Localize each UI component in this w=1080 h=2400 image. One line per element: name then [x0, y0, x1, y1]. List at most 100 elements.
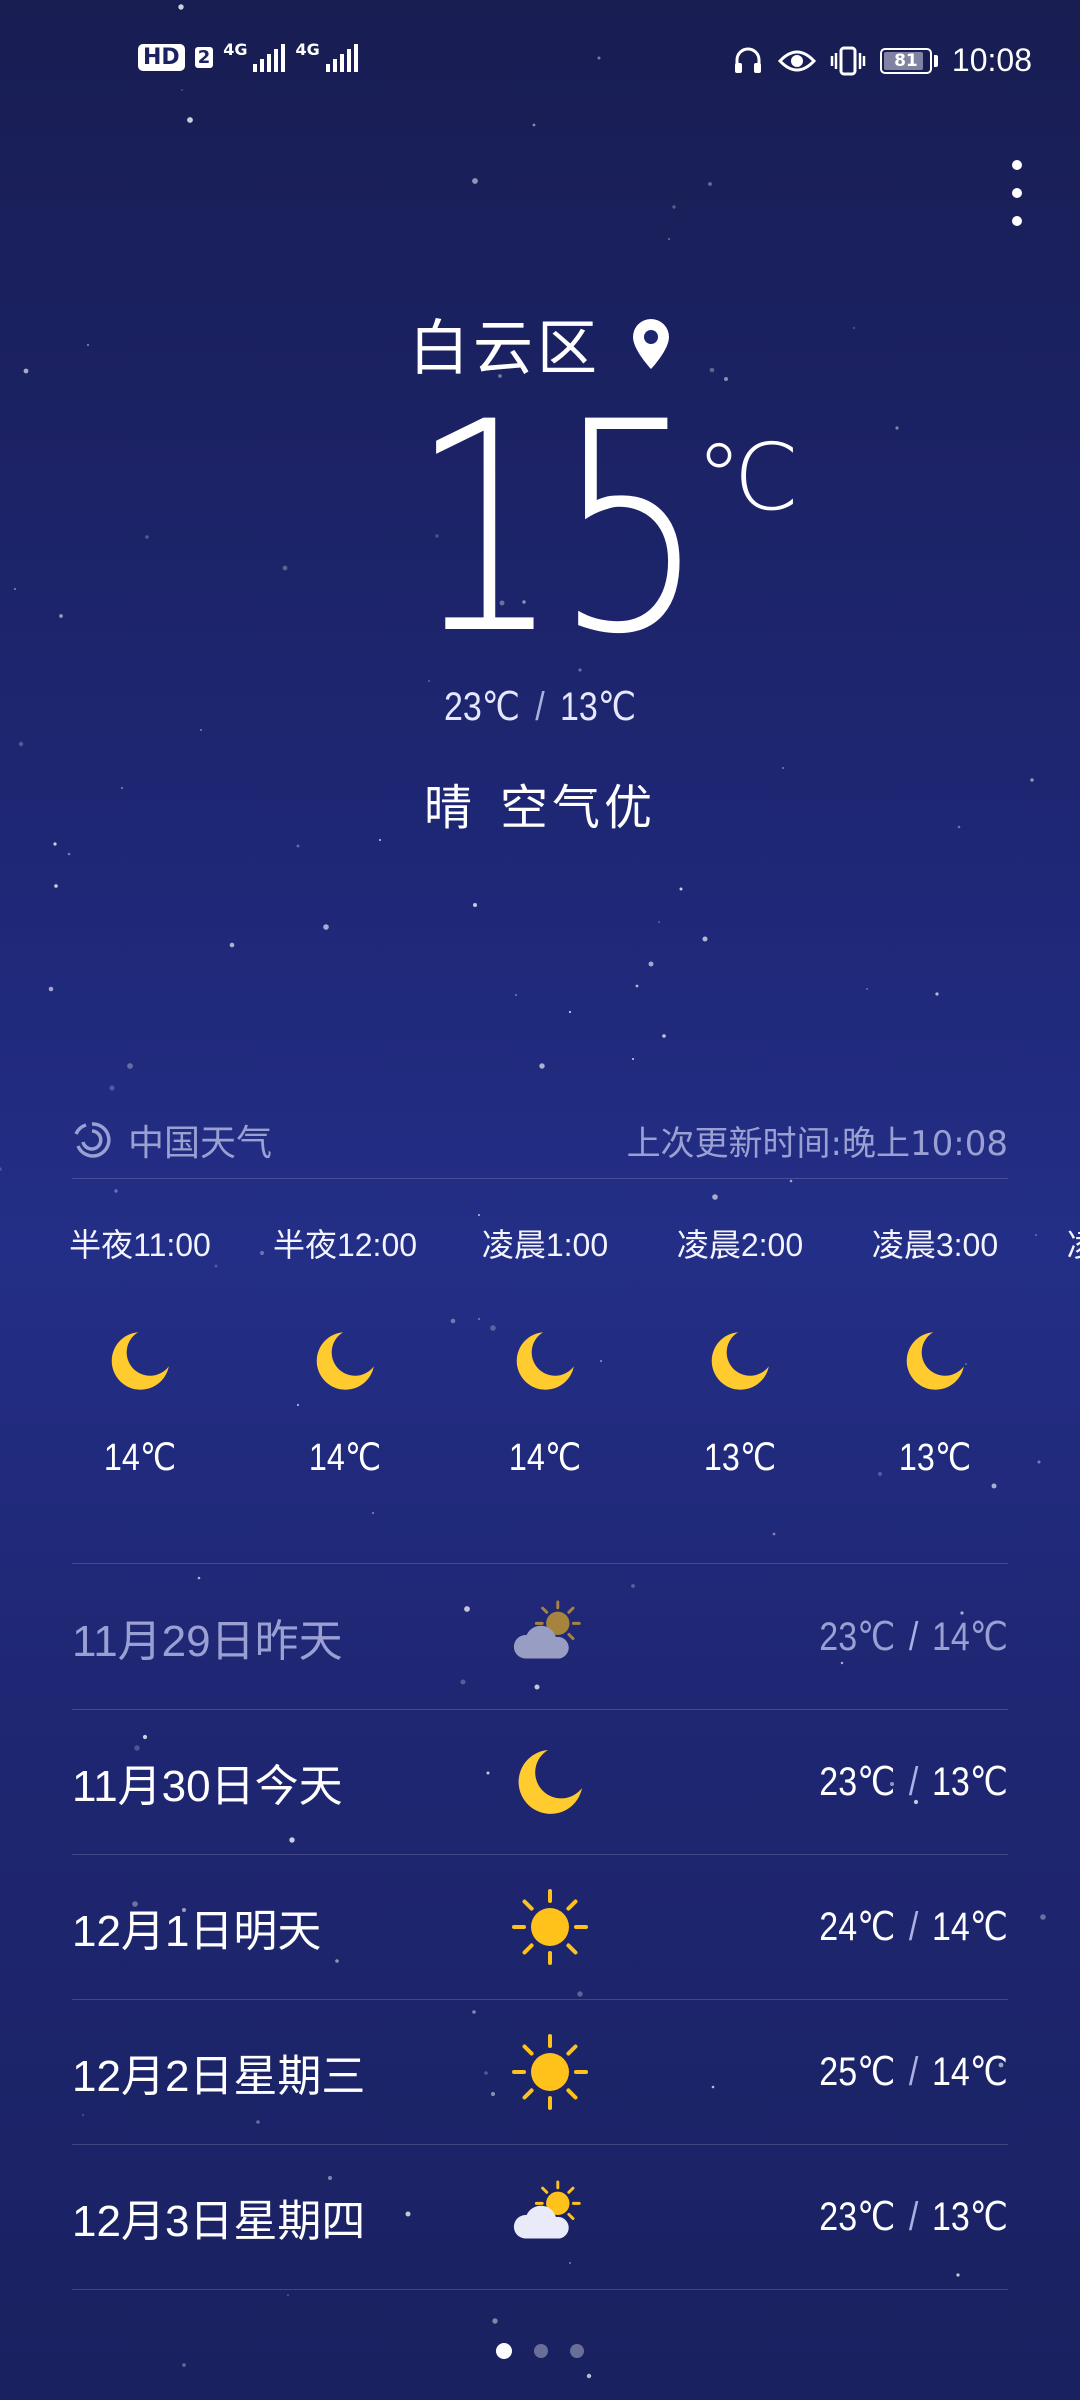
hourly-time: 凌晨1:00	[481, 1227, 609, 1263]
daily-low: 14℃	[931, 2050, 1008, 2094]
current-temperature: 15	[410, 361, 706, 698]
range-separator: /	[908, 1905, 919, 1949]
daily-low: 14℃	[931, 1615, 1008, 1659]
daily-high: 25℃	[819, 2050, 896, 2094]
daily-forecast-row[interactable]: 12月3日星期四 23℃ / 13℃	[72, 2145, 1008, 2289]
page-dot[interactable]	[534, 2344, 548, 2358]
data-source[interactable]: 中国天气	[72, 1114, 272, 1166]
more-options-icon	[1012, 160, 1022, 170]
star	[586, 2373, 592, 2379]
signal-strength-2-icon	[325, 42, 358, 72]
battery-cap	[933, 54, 938, 67]
hourly-item: 凌晨1:00 14℃	[465, 1215, 625, 1480]
sun-icon	[500, 2027, 600, 2117]
battery-icon: 81	[879, 47, 932, 74]
last-updated-time: 上次更新时间:晚上10:08	[626, 1123, 1008, 1164]
star	[53, 842, 57, 846]
hourly-item: 凌晨2:00 13℃	[660, 1215, 820, 1480]
star	[789, 1179, 793, 1183]
moon-icon	[265, 1325, 425, 1405]
daily-date-label: 11月30日今天	[72, 1762, 343, 1811]
today-high: 23℃	[443, 685, 520, 729]
star	[935, 992, 939, 996]
daily-temperature-range: 23℃ / 14℃	[819, 1614, 1008, 1660]
hourly-item: 凌晨4:00 13℃	[1050, 1215, 1080, 1480]
star	[114, 1189, 118, 1193]
star	[13, 587, 17, 591]
star	[472, 178, 478, 184]
sun-icon	[500, 1882, 600, 1972]
daily-forecast-row[interactable]: 12月1日明天 24℃ / 14℃	[72, 1855, 1008, 1999]
hourly-temperature: 13℃	[703, 1437, 777, 1479]
daily-date-label: 12月1日明天	[72, 1907, 322, 1956]
star	[0, 1167, 2, 1171]
range-separator: /	[535, 685, 545, 729]
star	[895, 426, 899, 430]
hourly-temperature: 14℃	[103, 1437, 177, 1479]
hourly-temperature: 13℃	[1062, 1435, 1080, 1480]
daily-date-label: 12月2日星期三	[72, 2052, 366, 2101]
star	[712, 1194, 718, 1200]
divider	[72, 1563, 1008, 1564]
star	[323, 924, 329, 930]
hourly-item: 半夜12:00 14℃	[265, 1215, 425, 1480]
air-quality: 空气优	[500, 780, 657, 836]
more-options-button[interactable]	[1002, 160, 1032, 226]
page-dot[interactable]	[496, 2343, 512, 2359]
daily-temperature-range: 23℃ / 13℃	[819, 1759, 1008, 1805]
current-condition: 晴空气优	[0, 768, 1080, 838]
partly-cloudy-icon	[500, 1592, 600, 1682]
source-name: 中国天气	[128, 1123, 273, 1164]
daily-low: 14℃	[931, 1905, 1008, 1949]
status-bar: HD 2 4G 4G 81 10:08	[0, 0, 1080, 130]
hourly-forecast[interactable]: 半夜11:00 14℃ 半夜12:00 14℃ 凌晨1:00 14℃ 凌晨2:00 13℃ 凌晨…	[60, 1215, 1080, 1545]
hourly-time: 半夜11:00	[69, 1227, 211, 1263]
hourly-temperature: 14℃	[508, 1437, 582, 1479]
star	[67, 852, 71, 856]
star	[632, 1058, 634, 1060]
star	[182, 2363, 186, 2367]
moon-icon	[60, 1325, 220, 1405]
star	[679, 887, 683, 891]
star	[145, 535, 149, 539]
moon-icon	[500, 1737, 600, 1827]
page-dot[interactable]	[570, 2344, 584, 2358]
status-clock: 10:08	[951, 42, 1032, 78]
daily-high: 24℃	[819, 1905, 896, 1949]
range-separator: /	[908, 2050, 919, 2094]
battery-level: 81	[894, 50, 918, 71]
status-left: HD 2 4G 4G	[138, 42, 358, 72]
hourly-time: 凌晨4:00	[1050, 1215, 1080, 1275]
daily-forecast-row[interactable]: 11月29日昨天 23℃ / 14℃	[72, 1565, 1008, 1709]
star	[635, 984, 639, 988]
today-low: 13℃	[560, 685, 637, 729]
star	[296, 844, 300, 848]
star	[492, 2318, 498, 2324]
star	[866, 988, 868, 990]
current-temperature-unit: ℃	[696, 424, 800, 531]
today-temperature-range: 23℃ / 13℃	[81, 684, 999, 730]
signal-strength-1-icon	[253, 42, 286, 72]
star	[287, 2294, 289, 2296]
hourly-temperature: 13℃	[898, 1437, 972, 1479]
divider	[72, 2289, 1008, 2290]
moon-icon	[855, 1325, 1015, 1405]
daily-forecast-row[interactable]: 12月2日星期三 25℃ / 14℃	[72, 2000, 1008, 2144]
star	[18, 741, 24, 747]
daily-high: 23℃	[819, 2195, 896, 2239]
daily-forecast-row[interactable]: 11月30日今天 23℃ / 13℃	[72, 1710, 1008, 1854]
hourly-time: 凌晨2:00	[676, 1227, 804, 1263]
moon-icon	[660, 1325, 820, 1405]
star	[672, 205, 676, 209]
star	[54, 884, 58, 888]
star	[109, 1085, 115, 1091]
star	[379, 839, 381, 841]
star	[473, 903, 477, 907]
daily-high: 23℃	[819, 1615, 896, 1659]
china-weather-logo-icon	[74, 1122, 111, 1158]
range-separator: /	[908, 1615, 919, 1659]
hd-voice-badge: HD	[138, 43, 185, 71]
status-right: 81 10:08	[732, 42, 1032, 79]
range-separator: /	[908, 1760, 919, 1804]
star	[59, 614, 63, 618]
